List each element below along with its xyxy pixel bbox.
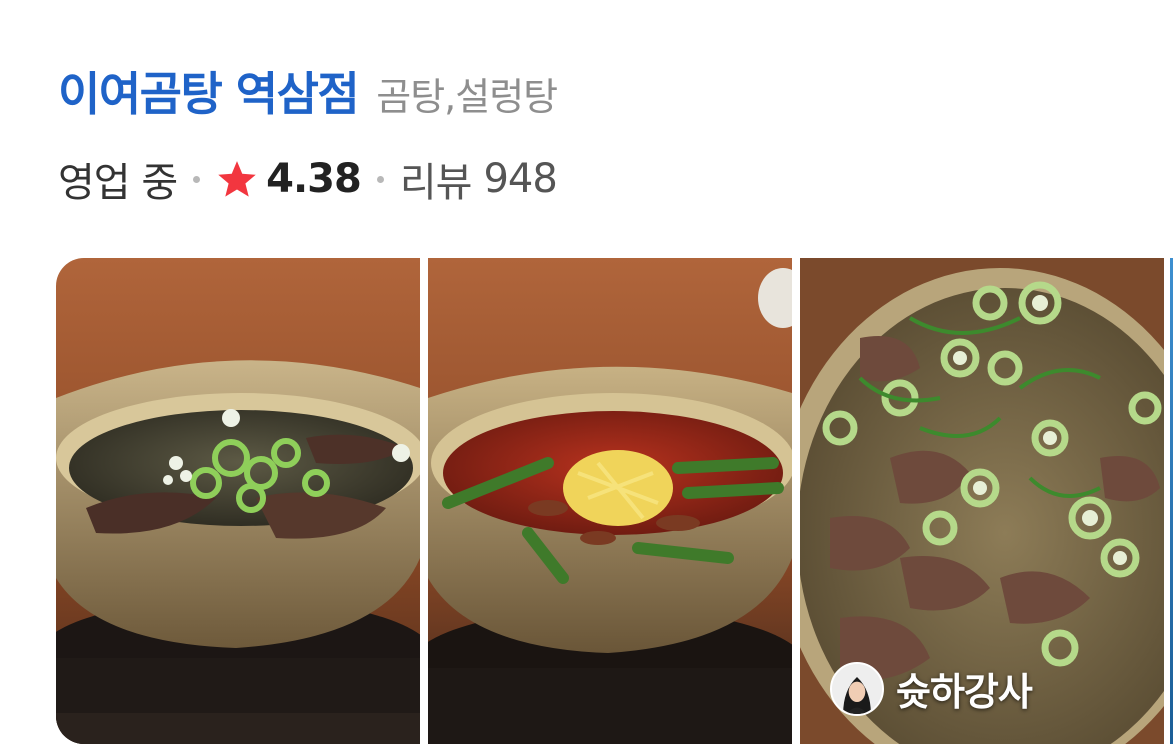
rating-value: 4.38	[266, 156, 362, 202]
place-category: 곰탕,설렁탕	[376, 75, 558, 119]
dot-separator	[193, 175, 201, 183]
review-count[interactable]: 948	[483, 156, 557, 202]
photo-strip[interactable]: 슛하강사	[56, 258, 1173, 744]
photo-gomtang-bowl[interactable]	[56, 258, 420, 744]
meta-row: 영업 중 4.38 리뷰 948	[58, 150, 558, 208]
author-name: 슛하강사	[896, 670, 1033, 714]
title-row: 이여곰탕 역삼점 곰탕,설렁탕	[58, 58, 558, 124]
author-avatar	[830, 661, 884, 716]
place-card: 이여곰탕 역삼점 곰탕,설렁탕 영업 중 4.38 리뷰 948 슛하강사	[0, 0, 1173, 755]
photo-yukgaejang-bowl[interactable]	[428, 258, 792, 744]
place-name-link[interactable]: 이여곰탕 역삼점	[58, 58, 360, 124]
photo-author[interactable]: 슛하강사	[830, 661, 1033, 716]
review-label[interactable]: 리뷰	[400, 150, 473, 208]
author-avatar-image	[832, 663, 882, 714]
dot-separator	[376, 175, 384, 183]
yukgaejang-bowl-image	[428, 258, 792, 744]
gomtang-bowl-image	[56, 258, 420, 744]
photo-gomtang-closeup[interactable]: 슛하강사	[800, 258, 1164, 744]
star-icon	[218, 161, 256, 197]
business-status: 영업 중	[58, 160, 178, 206]
